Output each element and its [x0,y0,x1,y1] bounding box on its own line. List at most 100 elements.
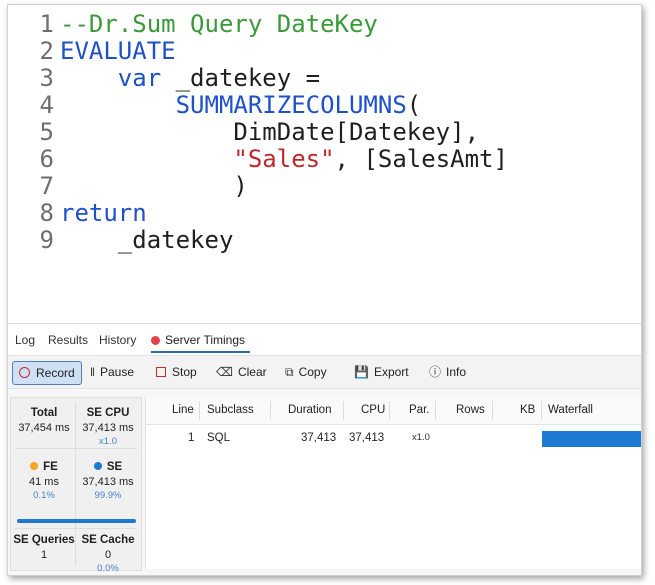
copy-label: Copy [298,365,327,379]
stat-total: Total 37,454 ms [13,407,75,434]
tab-results[interactable]: Results [48,333,88,347]
record-label: Record [36,366,75,380]
stat-sub: 99.9% [94,490,122,501]
stat-title: Total [30,407,58,419]
line-number: 3 [39,64,54,92]
code-text: ) [60,172,248,200]
query-editor[interactable]: 1 --Dr.Sum Query DateKey 2 EVALUATE 3 var _d… [8,5,641,324]
stat-fe: FE 41 ms 0.1% [13,461,75,501]
info-icon: ⓘ [429,365,442,379]
stat-se: SE 37,413 ms 99.9% [77,461,139,501]
code-token: return [60,199,147,227]
code-token: var [117,64,162,92]
code-token: _datekey = [161,64,321,92]
code-token: SUMMARIZECOLUMNS [175,91,407,119]
server-timings-toolbar: Record ‖ Pause Stop ⌫ Clear ⧉ Copy 💾 Export … [8,355,641,389]
tab-history[interactable]: History [99,333,136,347]
code-token: ( [406,91,422,119]
se-dot-icon [93,462,102,470]
code-text: "Sales", [SalesAmt] [60,146,508,173]
clear-button[interactable]: ⌫ Clear [210,361,273,383]
stat-value: 37,454 ms [18,422,70,434]
eraser-icon: ⌫ [216,365,233,379]
cell-cpu: 37,413 [349,432,385,444]
line-number: 4 [39,91,54,119]
stat-sub: 0.1% [33,490,55,501]
stat-value: 1 [40,549,48,561]
copy-icon: ⧉ [285,365,294,379]
active-tab-underline [151,351,250,353]
recording-indicator-icon [151,336,160,345]
stat-se-cache: SE Cache 0 0.0% [77,534,139,574]
stat-value: 37,413 ms [82,476,134,488]
stat-title: SE Cache [81,534,135,546]
column-header-duration[interactable]: Duration [288,397,331,424]
summary-divider [15,448,137,449]
code-text: DimDate[Datekey], [60,119,479,146]
cell-line: 1 [188,432,195,444]
code-token: --Dr.Sum Query DateKey [60,10,378,38]
timing-summary: Total 37,454 ms SE CPU 37,413 ms x1.0 FE… [10,397,142,574]
line-number: 7 [39,172,54,200]
save-icon: 💾 [354,365,369,379]
stop-label: Stop [172,365,197,379]
grid-header: Line Subclass Duration CPU Par. Rows KB … [146,397,641,425]
column-header-line[interactable]: Line [172,397,194,424]
code-token: _datekey [60,226,234,254]
line-number: 1 [39,10,54,38]
column-header-par[interactable]: Par. [409,397,429,424]
cell-subclass: SQL [207,432,231,444]
column-header-rows[interactable]: Rows [456,397,485,424]
export-label: Export [373,365,409,379]
output-tabs: Log Results History Server Timings [8,325,641,355]
clear-label: Clear [237,365,267,379]
line-number: 6 [39,145,54,173]
stat-sub: 0.0% [97,563,119,574]
dax-studio-window: 1 --Dr.Sum Query DateKey 2 EVALUATE 3 var _d… [7,4,642,576]
pause-icon: ‖ [90,365,95,379]
cell-par: x1.0 [412,432,430,443]
stat-title: SE Queries [13,534,75,546]
stop-button[interactable]: Stop [150,361,203,383]
line-number: 8 [39,199,54,227]
column-header-waterfall[interactable]: Waterfall [548,397,593,424]
info-button[interactable]: ⓘ Info [423,361,472,383]
code-text: return [60,200,147,227]
summary-divider [75,402,76,566]
column-header-subclass[interactable]: Subclass [207,397,254,424]
line-number: 5 [39,118,54,146]
tab-log[interactable]: Log [15,333,35,347]
pause-button[interactable]: ‖ Pause [84,361,140,383]
stat-se-cpu: SE CPU 37,413 ms x1.0 [77,407,139,447]
stat-value: 37,413 ms [82,422,134,434]
fe-dot-icon [30,462,39,470]
stat-title: FE [43,461,58,473]
column-header-kb[interactable]: KB [520,397,535,424]
export-button[interactable]: 💾 Export [348,361,415,383]
code-token: EVALUATE [60,37,176,65]
line-number: 9 [39,226,54,254]
summary-divider [15,528,137,529]
stop-icon [156,367,166,377]
stat-value: 41 ms [29,476,59,488]
cell-duration: 37,413 [301,432,337,444]
fe-se-ratio-bar [17,519,136,523]
record-button[interactable]: Record [12,361,82,385]
code-token: "Sales" [233,145,335,173]
code-text: var _datekey = [60,65,320,92]
code-token: DimDate[Datekey], [60,118,480,146]
copy-button[interactable]: ⧉ Copy [279,361,333,383]
code-token: ) [60,172,248,200]
pause-label: Pause [99,365,134,379]
timings-grid: Line Subclass Duration CPU Par. Rows KB … [145,397,641,569]
stat-title: SE CPU [86,407,130,419]
stat-title: SE [106,461,123,473]
tab-server-timings[interactable]: Server Timings [151,333,245,347]
code-text: EVALUATE [60,38,176,65]
stat-value: 0 [104,549,112,561]
column-header-cpu[interactable]: CPU [361,397,385,424]
code-text: _datekey [60,226,234,254]
